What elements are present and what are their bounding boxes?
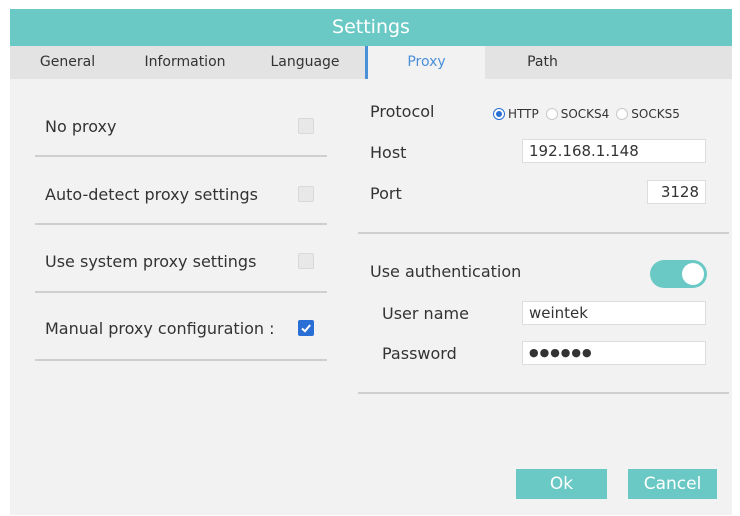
auto-detect-label: Auto-detect proxy settings bbox=[45, 185, 258, 204]
no-proxy-label: No proxy bbox=[45, 117, 117, 136]
system-proxy-label: Use system proxy settings bbox=[45, 252, 257, 271]
protocol-radio-group: HTTP SOCKS4 SOCKS5 bbox=[493, 105, 680, 123]
right-divider bbox=[358, 392, 729, 394]
proxy-mode-manual[interactable]: Manual proxy configuration : bbox=[35, 313, 327, 353]
tab-information[interactable]: Information bbox=[125, 46, 245, 79]
system-proxy-checkbox[interactable] bbox=[298, 253, 314, 269]
use-authentication-toggle[interactable] bbox=[650, 260, 707, 288]
password-input[interactable]: ●●●●●● bbox=[522, 341, 706, 365]
username-label: User name bbox=[382, 304, 469, 323]
left-divider bbox=[35, 155, 327, 157]
username-input[interactable]: weintek bbox=[522, 301, 706, 325]
radio-unselected-icon bbox=[545, 108, 558, 120]
left-divider bbox=[35, 291, 327, 293]
tab-bar: General Information Language Proxy Path bbox=[10, 46, 732, 79]
auto-detect-checkbox[interactable] bbox=[298, 186, 314, 202]
radio-unselected-icon bbox=[616, 108, 629, 120]
password-label: Password bbox=[382, 344, 457, 363]
cancel-button[interactable]: Cancel bbox=[628, 469, 717, 499]
proxy-mode-system[interactable]: Use system proxy settings bbox=[35, 245, 327, 285]
tab-proxy[interactable]: Proxy bbox=[365, 46, 485, 79]
dialog-title: Settings bbox=[10, 9, 732, 46]
protocol-http-radio[interactable]: HTTP bbox=[493, 107, 539, 121]
protocol-http-label: HTTP bbox=[508, 107, 539, 121]
protocol-socks4-label: SOCKS4 bbox=[560, 107, 610, 121]
tab-language[interactable]: Language bbox=[245, 46, 365, 79]
use-authentication-label: Use authentication bbox=[370, 262, 522, 281]
ok-button[interactable]: Ok bbox=[516, 469, 607, 499]
settings-dialog: Settings General Information Language Pr… bbox=[10, 9, 732, 515]
protocol-socks4-radio[interactable]: SOCKS4 bbox=[545, 107, 610, 121]
protocol-label: Protocol bbox=[370, 102, 435, 121]
manual-proxy-label: Manual proxy configuration : bbox=[45, 319, 275, 338]
proxy-mode-auto-detect[interactable]: Auto-detect proxy settings bbox=[35, 177, 327, 217]
proxy-mode-no-proxy[interactable]: No proxy bbox=[35, 109, 327, 149]
left-divider bbox=[35, 359, 327, 361]
protocol-socks5-radio[interactable]: SOCKS5 bbox=[616, 107, 680, 121]
host-label: Host bbox=[370, 143, 407, 162]
port-label: Port bbox=[370, 184, 402, 203]
host-input[interactable]: 192.168.1.148 bbox=[522, 139, 706, 163]
right-divider bbox=[358, 232, 729, 234]
toggle-knob bbox=[682, 263, 704, 285]
no-proxy-checkbox[interactable] bbox=[298, 118, 314, 134]
left-divider bbox=[35, 223, 327, 225]
protocol-socks5-label: SOCKS5 bbox=[631, 107, 680, 121]
checkmark-icon bbox=[301, 324, 311, 333]
tab-general[interactable]: General bbox=[10, 46, 125, 79]
radio-selected-icon bbox=[493, 108, 505, 120]
port-input[interactable]: 3128 bbox=[647, 180, 706, 204]
tab-path[interactable]: Path bbox=[485, 46, 600, 79]
manual-proxy-checkbox[interactable] bbox=[298, 320, 314, 336]
